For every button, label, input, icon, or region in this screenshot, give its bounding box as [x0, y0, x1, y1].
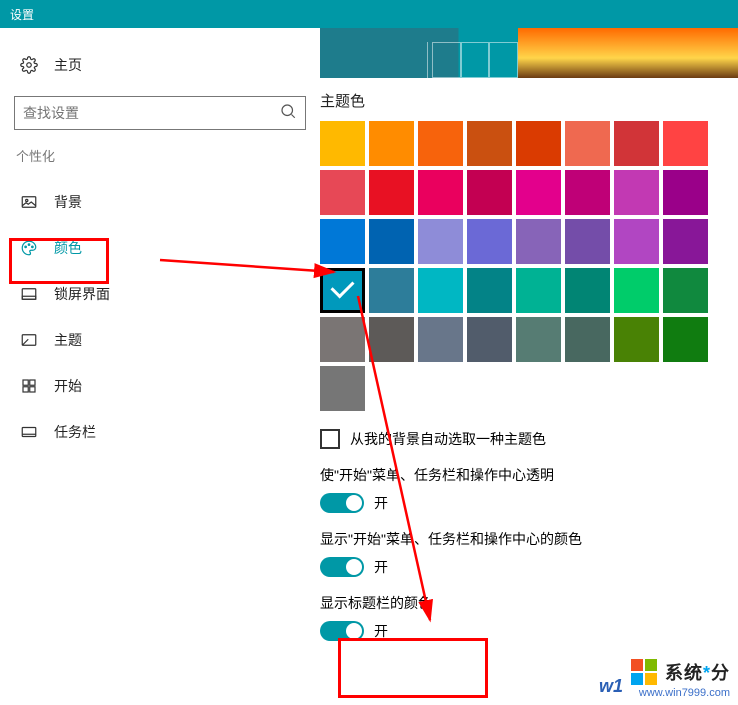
color-swatch[interactable] [516, 219, 561, 264]
sidebar-item-label: 主题 [54, 330, 82, 350]
color-swatch[interactable] [565, 317, 610, 362]
color-swatch[interactable] [418, 317, 463, 362]
color-swatch[interactable] [516, 121, 561, 166]
search-icon [279, 102, 297, 125]
sidebar-item-label: 背景 [54, 192, 82, 212]
color-swatch[interactable] [663, 268, 708, 313]
color-swatch[interactable] [320, 121, 365, 166]
checkbox-icon[interactable] [320, 429, 340, 449]
home-label: 主页 [54, 55, 82, 75]
brand-watermark: 系统*分 www.win7999.com [631, 659, 730, 699]
color-swatch[interactable] [614, 170, 659, 215]
color-swatch[interactable] [418, 170, 463, 215]
gear-icon [18, 54, 40, 76]
search-box[interactable] [14, 96, 306, 130]
color-swatch[interactable] [467, 268, 512, 313]
color-swatch[interactable] [614, 317, 659, 362]
color-swatch[interactable] [369, 268, 414, 313]
picture-icon [18, 191, 40, 213]
toggle-state: 开 [374, 493, 388, 513]
accent-color-grid [320, 121, 712, 411]
sidebar-item-color[interactable]: 颜色 [14, 225, 306, 271]
toggle-block: 显示"开始"菜单、任务栏和操作中心的颜色开 [320, 529, 738, 577]
color-swatch[interactable] [516, 170, 561, 215]
color-swatch[interactable] [467, 170, 512, 215]
toggle-switch[interactable] [320, 621, 364, 641]
color-swatch[interactable] [565, 121, 610, 166]
color-swatch[interactable] [565, 268, 610, 313]
sidebar-item-label: 锁屏界面 [54, 284, 110, 304]
sidebar-item-label: 任务栏 [54, 422, 96, 442]
microsoft-logo-icon [631, 659, 657, 685]
start-icon [18, 375, 40, 397]
sidebar-item-lockscreen[interactable]: 锁屏界面 [14, 271, 306, 317]
desktop-preview [320, 28, 738, 78]
color-swatch[interactable] [320, 268, 365, 313]
brand-url: www.win7999.com [631, 687, 730, 699]
toggle-label: 显示标题栏的颜色 [320, 593, 738, 613]
color-swatch[interactable] [663, 219, 708, 264]
auto-pick-row[interactable]: 从我的背景自动选取一种主题色 [320, 429, 738, 449]
color-swatch[interactable] [614, 121, 659, 166]
toggle-label: 使"开始"菜单、任务栏和操作中心透明 [320, 465, 738, 485]
color-swatch[interactable] [467, 121, 512, 166]
home-nav[interactable]: 主页 [14, 42, 306, 88]
color-swatch[interactable] [369, 121, 414, 166]
sidebar-item-label: 开始 [54, 376, 82, 396]
accent-color-title: 主题色 [320, 90, 738, 111]
palette-icon [18, 237, 40, 259]
color-swatch[interactable] [418, 219, 463, 264]
toggle-switch[interactable] [320, 557, 364, 577]
color-swatch[interactable] [663, 170, 708, 215]
auto-pick-label: 从我的背景自动选取一种主题色 [350, 429, 546, 449]
sidebar-section-label: 个性化 [16, 146, 306, 165]
color-swatch[interactable] [320, 219, 365, 264]
color-swatch[interactable] [663, 317, 708, 362]
toggle-state: 开 [374, 621, 388, 641]
sidebar-item-background[interactable]: 背景 [14, 179, 306, 225]
sidebar-item-label: 颜色 [54, 238, 82, 258]
color-swatch[interactable] [565, 219, 610, 264]
sidebar-item-start[interactable]: 开始 [14, 363, 306, 409]
color-swatch[interactable] [614, 219, 659, 264]
main-panel: 主题色 从我的背景自动选取一种主题色 使"开始"菜单、任务栏和操作中心透明开显示… [320, 28, 738, 705]
lockscreen-icon [18, 283, 40, 305]
color-swatch[interactable] [614, 268, 659, 313]
toggle-block: 使"开始"菜单、任务栏和操作中心透明开 [320, 465, 738, 513]
color-swatch[interactable] [467, 219, 512, 264]
toggle-label: 显示"开始"菜单、任务栏和操作中心的颜色 [320, 529, 738, 549]
sidebar-item-theme[interactable]: 主题 [14, 317, 306, 363]
color-swatch[interactable] [418, 121, 463, 166]
color-swatch[interactable] [516, 317, 561, 362]
w10-watermark: w1 [599, 676, 623, 697]
color-swatch[interactable] [516, 268, 561, 313]
color-swatch[interactable] [565, 170, 610, 215]
color-swatch[interactable] [320, 366, 365, 411]
window-titlebar: 设置 [0, 0, 738, 28]
color-swatch[interactable] [467, 317, 512, 362]
color-swatch[interactable] [663, 121, 708, 166]
color-swatch[interactable] [369, 317, 414, 362]
sidebar-item-taskbar[interactable]: 任务栏 [14, 409, 306, 455]
toggle-state: 开 [374, 557, 388, 577]
toggle-block: 显示标题栏的颜色开 [320, 593, 738, 641]
color-swatch[interactable] [320, 317, 365, 362]
color-swatch[interactable] [369, 219, 414, 264]
window-title: 设置 [10, 6, 34, 23]
toggle-switch[interactable] [320, 493, 364, 513]
color-swatch[interactable] [320, 170, 365, 215]
color-swatch[interactable] [369, 170, 414, 215]
search-input[interactable] [23, 105, 279, 121]
color-swatch[interactable] [418, 268, 463, 313]
taskbar-icon [18, 421, 40, 443]
theme-icon [18, 329, 40, 351]
sidebar: 主页 个性化 背景 颜色 锁屏界面 主题 开始 [0, 28, 320, 705]
